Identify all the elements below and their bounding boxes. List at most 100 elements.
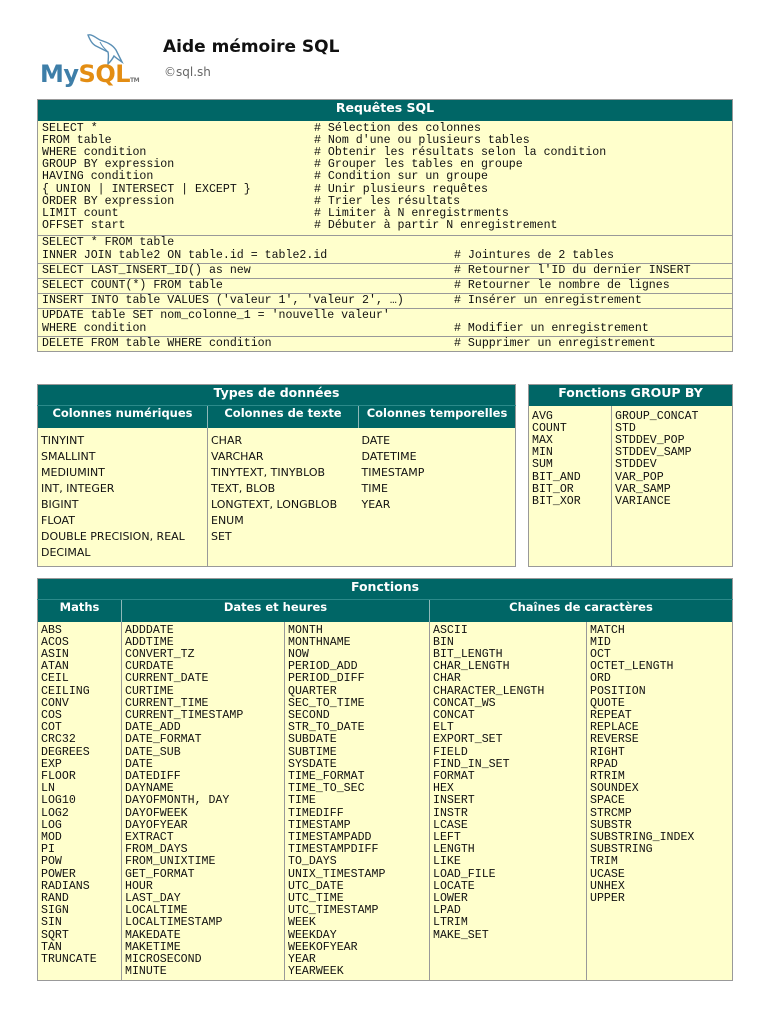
- date-function-item: TIMEDIFF: [288, 806, 344, 820]
- sql-code-line: DELETE FROM table WHERE condition: [42, 336, 272, 350]
- math-function-item: CEIL: [41, 672, 69, 686]
- group-by-function-item: SUM: [532, 458, 553, 472]
- col-header-temporelles: Colonnes temporelles: [358, 405, 516, 428]
- string-function-item: REVERSE: [590, 733, 639, 747]
- date-function-item: ADDDATE: [125, 623, 174, 637]
- string-function-item: FIELD: [433, 745, 468, 759]
- math-function-item: TRUNCATE: [41, 952, 97, 966]
- string-function-item: INSTR: [433, 806, 468, 820]
- query-comment: # Modifier un enregistrement: [454, 321, 649, 335]
- date-function-item: SUBDATE: [288, 733, 337, 747]
- math-function-item: ABS: [41, 623, 62, 637]
- sql-code-line: UPDATE table SET nom_colonne_1 = 'nouvel…: [42, 309, 390, 323]
- date-function-item: PERIOD_DIFF: [288, 672, 365, 686]
- dates-list-1: ADDDATE ADDTIME CONVERT_TZ CURDATE CURRENT_D…: [121, 621, 285, 981]
- date-function-item: MONTH: [288, 623, 323, 637]
- query-row: SELECT * FROM table INNER JOIN table2 ON …: [37, 235, 733, 264]
- sql-code-line: SELECT *: [42, 121, 98, 135]
- query-code: DELETE FROM table WHERE condition: [42, 336, 454, 350]
- maths-list: ABS ACOS ASIN ATAN CEIL CEILING CONV COS COT CRC3…: [38, 622, 122, 981]
- data-type-item: ENUM: [211, 513, 244, 527]
- sql-code-line: OFFSET start: [42, 219, 126, 233]
- sql-comment-line: # Condition sur un groupe: [314, 170, 488, 184]
- col-header-dates: Dates et heures: [121, 599, 430, 622]
- string-function-item: LOAD_FILE: [433, 867, 496, 881]
- string-function-item: INSERT: [433, 794, 475, 808]
- math-function-item: CRC32: [41, 733, 76, 747]
- string-function-item: MAKE_SET: [433, 928, 489, 942]
- query-code: SELECT COUNT(*) FROM table: [42, 279, 454, 292]
- sql-code-line: { UNION | INTERSECT | EXCEPT }: [42, 182, 251, 196]
- group-by-function-item: STDDEV: [615, 458, 657, 472]
- query-comment: # Retourner l'ID du dernier INSERT: [454, 263, 691, 277]
- logo-sql: SQL: [78, 60, 131, 88]
- math-function-item: POW: [41, 855, 62, 869]
- group-by-function-item: VAR_POP: [615, 470, 664, 484]
- string-function-item: LIKE: [433, 855, 461, 869]
- date-function-item: UNIX_TIMESTAMP: [288, 867, 386, 881]
- requetes-main-comments: # Sélection des colonnes # Nom d'une ou p…: [314, 121, 606, 233]
- math-function-item: LOG10: [41, 794, 76, 808]
- date-function-item: WEEKDAY: [288, 928, 337, 942]
- sql-comment-line: # Débuter à partir N enregistrement: [314, 219, 558, 233]
- query-row: SELECT COUNT(*) FROM table # Retourner le…: [37, 277, 733, 294]
- data-type-item: DATE: [361, 433, 391, 447]
- types-donnees-table: Types de données Colonnes numériques Col…: [37, 384, 516, 567]
- date-function-item: GET_FORMAT: [125, 867, 195, 881]
- requetes-main-block: SELECT * FROM table WHERE condition GROUP B…: [38, 121, 733, 236]
- fonctions-table: Fonctions Maths Dates et heures Chaînes …: [37, 578, 733, 982]
- col-header-numeriques: Colonnes numériques: [37, 405, 208, 428]
- string-function-item: MATCH: [590, 623, 625, 637]
- types-numeriques-list: TINYINT SMALLINT MEDIUMINT INT, INTEGER BIGI…: [38, 428, 208, 567]
- date-function-item: DATE_FORMAT: [125, 733, 202, 747]
- logo-my: My: [40, 60, 79, 88]
- page-title: Aide mémoire SQL: [163, 37, 340, 57]
- group-by-function-item: GROUP_CONCAT: [615, 409, 699, 423]
- date-function-item: CURRENT_DATE: [125, 672, 209, 686]
- query-row: DELETE FROM table WHERE condition # Suppr…: [37, 335, 733, 352]
- string-function-item: ORD: [590, 672, 611, 686]
- sql-code-line: SELECT LAST_INSERT_ID() as new: [42, 263, 251, 277]
- string-function-item: UPPER: [590, 891, 625, 905]
- col-header-chaines: Chaînes de caractères: [429, 599, 733, 622]
- data-type-item: BIGINT: [41, 497, 79, 511]
- date-function-item: DAYOFMONTH, DAY: [125, 794, 230, 808]
- date-function-item: WEEK: [288, 916, 316, 930]
- query-comment: # Supprimer un enregistrement: [454, 336, 656, 350]
- group-by-list-2: GROUP_CONCAT STD STDDEV_POP STDDEV_SAMP STDD…: [611, 405, 733, 567]
- date-function-item: MINUTE: [125, 965, 167, 979]
- page-header: MySQLTM Aide mémoire SQL ©sql.sh: [0, 0, 768, 95]
- sql-code-line: WHERE condition: [42, 321, 147, 335]
- query-row: INSERT INTO table VALUES ('valeur 1', 'v…: [37, 293, 733, 309]
- string-function-item: UCASE: [590, 867, 625, 881]
- group-by-function-item: BIT_AND: [532, 470, 581, 484]
- sql-code-line: INSERT INTO table VALUES ('valeur 1', 'v…: [42, 294, 404, 308]
- date-function-item: DAYOFWEEK: [125, 806, 188, 820]
- string-function-item: CHAR: [433, 672, 461, 686]
- types-temporelles-list: DATE DATETIME TIMESTAMP TIME YEAR: [359, 428, 516, 567]
- requetes-sql-header: Requêtes SQL: [37, 99, 733, 121]
- data-type-item: FLOAT: [41, 513, 75, 527]
- data-type-item: LONGTEXT, LONGBLOB: [211, 497, 338, 511]
- date-function-item: FROM_UNIXTIME: [125, 855, 216, 869]
- query-comment: # Insérer un enregistrement: [454, 294, 642, 308]
- date-function-item: DATE_SUB: [125, 745, 181, 759]
- math-function-item: CEILING: [41, 684, 90, 698]
- data-type-item: SMALLINT: [41, 449, 96, 463]
- data-type-item: TINYINT: [41, 433, 85, 447]
- sql-code-line: INNER JOIN table2 ON table.id = table2.i…: [42, 248, 328, 262]
- sql-code-line: SELECT * FROM table: [42, 236, 175, 250]
- types-texte-list: CHAR VARCHAR TINYTEXT, TINYBLOB TEXT, BLOB L…: [207, 427, 359, 567]
- sql-code-line: HAVING condition: [42, 170, 154, 184]
- query-code: INSERT INTO table VALUES ('valeur 1', 'v…: [42, 294, 454, 308]
- string-function-item: FORMAT: [433, 769, 475, 783]
- group-by-function-item: BIT_XOR: [532, 494, 581, 508]
- data-type-item: TIMESTAMP: [361, 465, 425, 479]
- date-function-item: YEARWEEK: [288, 965, 344, 979]
- sql-comment-line: # Unir plusieurs requêtes: [314, 182, 488, 196]
- query-code: UPDATE table SET nom_colonne_1 = 'nouvel…: [42, 309, 454, 335]
- query-code: SELECT LAST_INSERT_ID() as new: [42, 263, 454, 277]
- data-type-item: DATETIME: [361, 449, 417, 463]
- fonctions-group-by-table: Fonctions GROUP BY AVG COUNT MAX MIN SUM BIT_…: [528, 384, 733, 567]
- sql-comment-line: # Sélection des colonnes: [314, 121, 481, 135]
